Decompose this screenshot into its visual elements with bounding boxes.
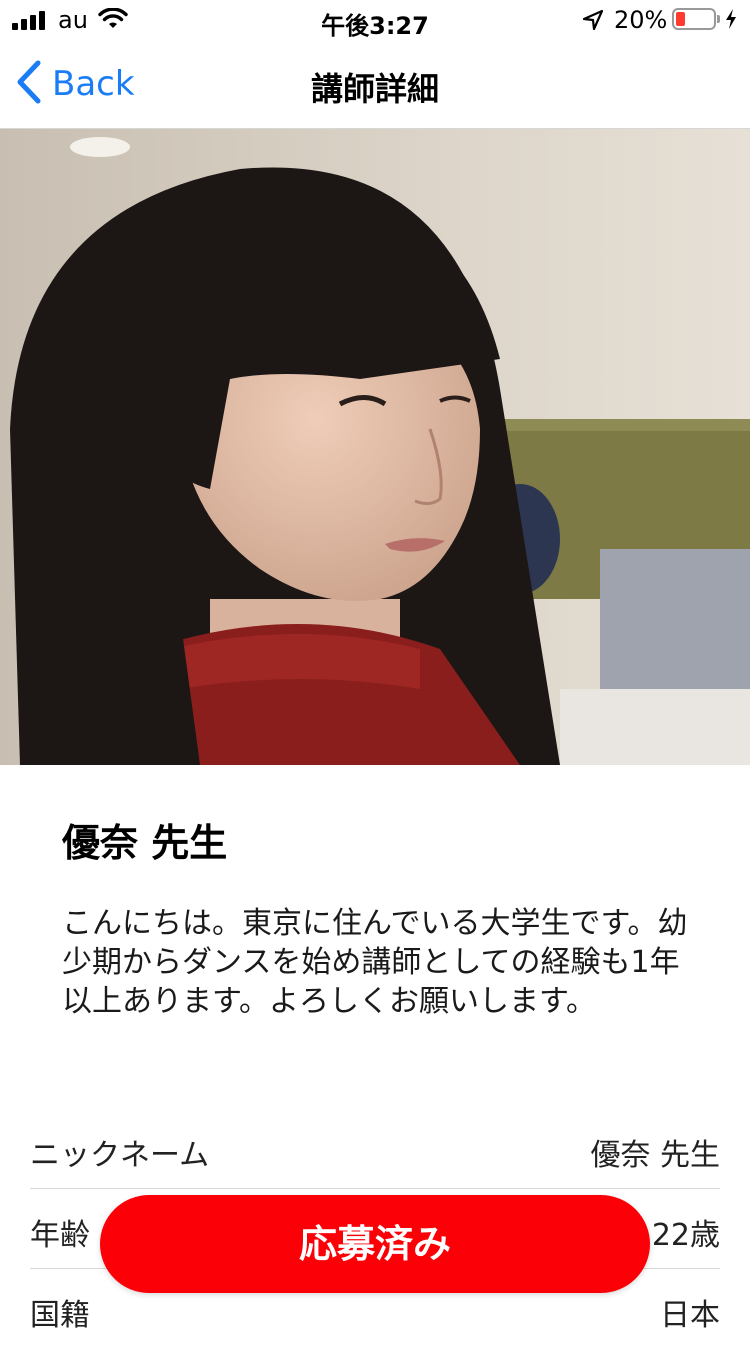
applied-button[interactable]: 応募済み bbox=[100, 1195, 650, 1293]
teacher-photo bbox=[0, 129, 750, 765]
page-title: 講師詳細 bbox=[310, 70, 439, 108]
battery-percentage: 20% bbox=[614, 6, 668, 34]
battery-icon bbox=[672, 8, 720, 30]
charging-bolt-icon bbox=[724, 8, 738, 34]
detail-value: 優奈 先生 bbox=[590, 1138, 720, 1173]
location-arrow-icon bbox=[582, 9, 604, 35]
status-bar: au 午後3:27 20% bbox=[0, 0, 750, 40]
teacher-name: 優奈 先生 bbox=[62, 821, 228, 865]
navigation-bar: Back 講師詳細 bbox=[0, 40, 750, 129]
detail-value: 22歳 bbox=[651, 1218, 720, 1253]
detail-label: 年齢 bbox=[30, 1218, 90, 1253]
detail-label: ニックネーム bbox=[30, 1138, 210, 1173]
detail-value: 日本 bbox=[660, 1298, 720, 1333]
detail-label: 国籍 bbox=[30, 1298, 90, 1333]
detail-row-nickname: ニックネーム 優奈 先生 bbox=[30, 1108, 720, 1189]
teacher-bio: こんにちは。東京に住んでいる大学生です。幼少期からダンスを始め講師としての経験も… bbox=[62, 906, 688, 1019]
